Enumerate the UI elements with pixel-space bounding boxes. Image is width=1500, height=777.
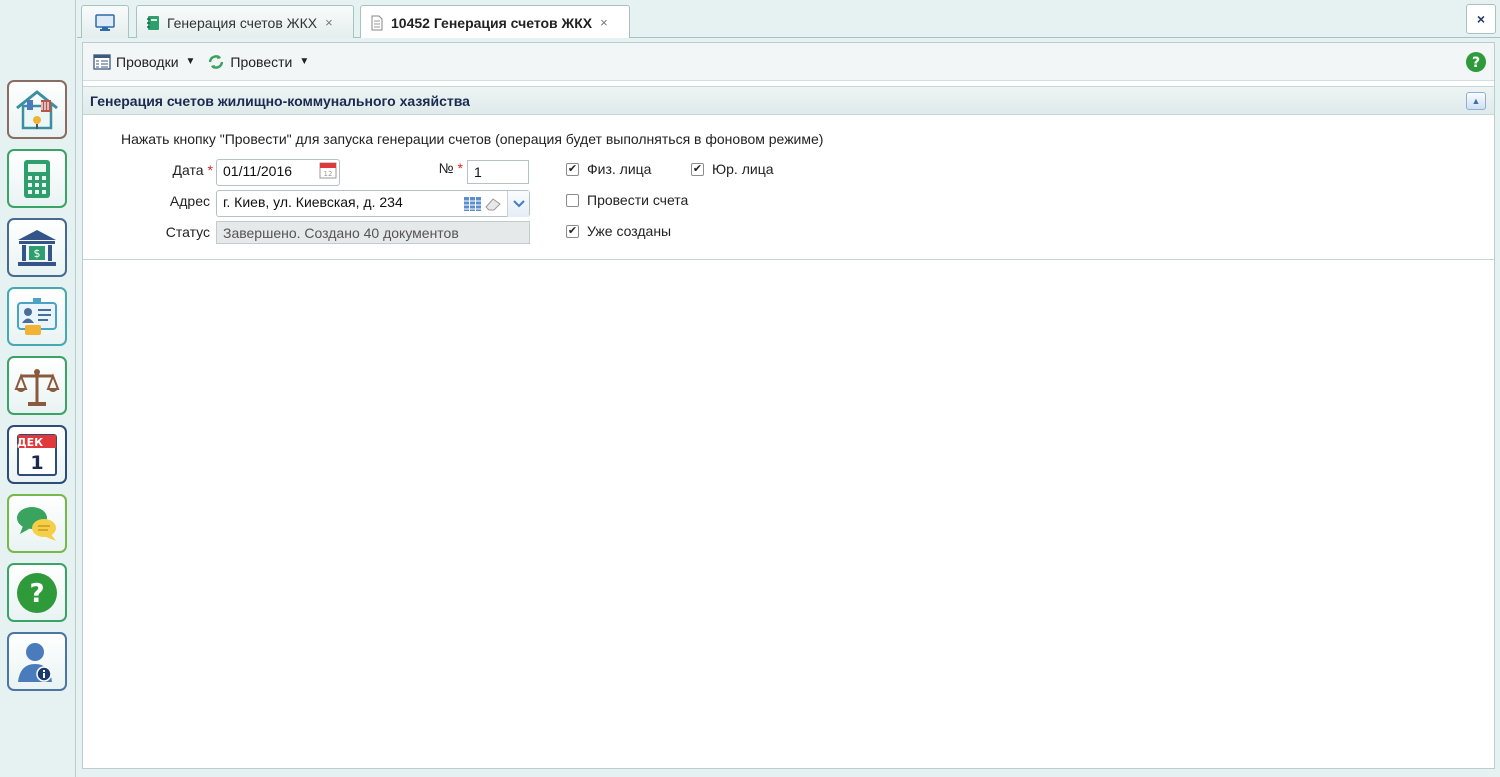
chevron-down-icon: ▼ xyxy=(299,56,310,67)
calculator-icon xyxy=(24,159,50,198)
calendar-picker-icon[interactable]: 12 xyxy=(319,161,337,179)
sidebar-item-calendar[interactable]: ДЕК 1 xyxy=(7,425,67,484)
checkbox-box[interactable] xyxy=(566,193,579,207)
sidebar-item-bank[interactable]: $ xyxy=(7,218,67,277)
address-label: Адрес xyxy=(169,193,210,209)
grid-lookup-icon[interactable] xyxy=(464,196,482,212)
tab-close-icon[interactable]: × xyxy=(600,15,608,30)
help-icon: ? xyxy=(17,572,57,613)
tab-invoice-generation[interactable]: Генерация счетов ЖКХ × xyxy=(136,5,354,39)
status-label: Статус xyxy=(165,224,210,240)
tab-document-10452[interactable]: 10452 Генерация счетов ЖКХ × xyxy=(360,5,630,39)
checkbox-box[interactable]: ✔ xyxy=(566,224,579,238)
bank-icon: $ xyxy=(18,229,56,266)
sidebar-item-calculator[interactable] xyxy=(7,149,67,208)
eraser-icon[interactable] xyxy=(484,197,502,211)
monitor-icon xyxy=(95,13,115,31)
sidebar-item-contacts[interactable] xyxy=(7,287,67,346)
notebook-icon xyxy=(147,15,159,30)
svg-text:1: 1 xyxy=(30,452,43,474)
form-area: Нажать кнопку "Провести" для запуска ген… xyxy=(83,115,1494,260)
svg-text:ДЕК: ДЕК xyxy=(17,436,43,449)
chat-icon xyxy=(17,506,56,541)
left-sidebar: $ ДЕК 1 ? xyxy=(0,0,76,777)
utilities-house-icon xyxy=(16,89,58,129)
sidebar-item-help[interactable]: ? xyxy=(7,563,67,622)
run-menu-button[interactable]: Провести ▼ xyxy=(207,53,309,71)
section-header: Генерация счетов жилищно-коммунального х… xyxy=(83,86,1494,115)
sidebar-item-utilities[interactable] xyxy=(7,80,67,139)
svg-text:12: 12 xyxy=(324,170,333,178)
svg-text:?: ? xyxy=(1472,55,1480,71)
required-mark: * xyxy=(207,162,213,178)
document-panel: Проводки ▼ Провести ▼ ? Генерация счетов… xyxy=(82,42,1495,769)
toolbar: Проводки ▼ Провести ▼ ? xyxy=(83,43,1494,81)
post-invoices-checkbox[interactable]: Провести счета xyxy=(566,192,688,208)
hint-text: Нажать кнопку "Провести" для запуска ген… xyxy=(121,131,824,147)
address-dropdown-button[interactable] xyxy=(507,191,529,217)
refresh-icon xyxy=(209,54,224,69)
date-label: Дата * xyxy=(172,162,213,178)
address-combobox[interactable]: г. Киев, ул. Киевская, д. 234 xyxy=(216,190,530,217)
svg-text:?: ? xyxy=(29,579,44,609)
tab-bar: Генерация счетов ЖКХ × 10452 Генерация с… xyxy=(77,0,1500,39)
tab-label: Генерация счетов ЖКХ xyxy=(167,14,318,31)
chevron-down-icon: ▼ xyxy=(185,56,196,67)
sidebar-item-legal[interactable] xyxy=(7,356,67,415)
chevron-up-icon: ▲ xyxy=(1471,96,1481,106)
already-created-checkbox[interactable]: ✔ Уже созданы xyxy=(566,223,671,239)
chevron-down-icon xyxy=(512,200,525,208)
calendar-icon: ДЕК 1 xyxy=(17,433,57,476)
postings-icon xyxy=(93,53,111,70)
help-icon[interactable]: ? xyxy=(1465,51,1487,73)
svg-text:$: $ xyxy=(34,247,41,260)
tab-label: 10452 Генерация счетов ЖКХ xyxy=(391,14,593,31)
contacts-card-icon xyxy=(17,297,57,335)
scales-icon xyxy=(14,368,60,406)
sidebar-item-user-info[interactable] xyxy=(7,632,67,691)
individuals-checkbox[interactable]: ✔ Физ. лица xyxy=(566,161,651,177)
sidebar-item-chat[interactable] xyxy=(7,494,67,553)
checkbox-box[interactable]: ✔ xyxy=(691,162,704,176)
document-icon xyxy=(371,15,383,30)
tab-close-icon[interactable]: × xyxy=(325,15,333,30)
status-field: Завершено. Создано 40 документов xyxy=(216,221,530,244)
content-area: Проводки ▼ Провести ▼ ? Генерация счетов… xyxy=(77,38,1500,777)
collapse-button[interactable]: ▲ xyxy=(1466,92,1486,110)
user-info-icon xyxy=(18,642,52,682)
section-title: Генерация счетов жилищно-коммунального х… xyxy=(90,92,470,109)
postings-menu-button[interactable]: Проводки ▼ xyxy=(93,53,195,71)
checkbox-box[interactable]: ✔ xyxy=(566,162,579,176)
number-label: № * xyxy=(438,160,463,176)
postings-label: Проводки xyxy=(116,53,179,70)
run-label: Провести xyxy=(230,53,293,70)
number-field[interactable]: 1 xyxy=(467,160,529,184)
close-all-button[interactable]: × xyxy=(1466,4,1496,34)
legal-entities-checkbox[interactable]: ✔ Юр. лица xyxy=(691,161,774,177)
tab-desktop[interactable] xyxy=(81,5,129,39)
required-mark: * xyxy=(457,160,463,176)
